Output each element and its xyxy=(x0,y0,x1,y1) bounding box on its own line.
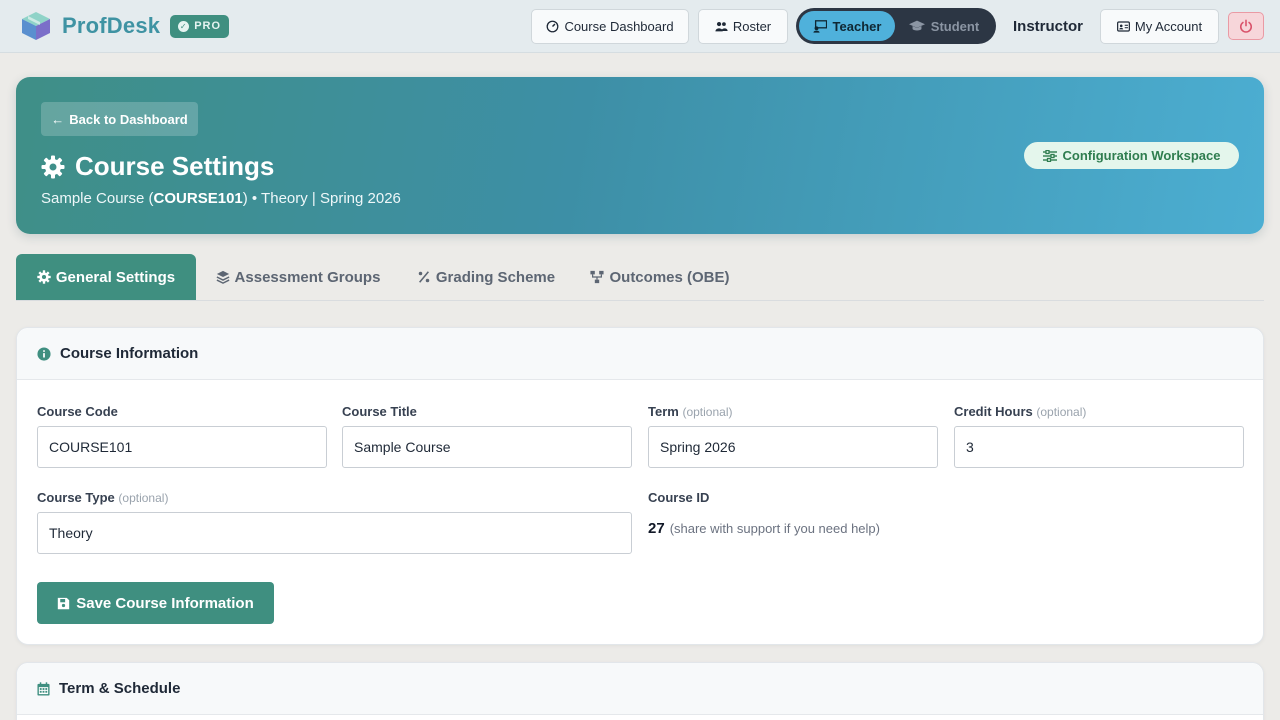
page-title: Course Settings xyxy=(75,151,275,181)
users-icon xyxy=(715,21,728,32)
pro-badge-label: PRO xyxy=(194,20,222,32)
roster-button[interactable]: Roster xyxy=(698,9,788,44)
course-id-label: Course ID xyxy=(648,490,710,505)
course-title-input[interactable]: Sample Course xyxy=(342,426,632,468)
back-to-dashboard-button[interactable]: ← Back to Dashboard xyxy=(41,102,198,136)
sliders-icon xyxy=(1042,149,1057,162)
course-type-label: Course Type (optional) xyxy=(37,490,169,505)
gear-icon xyxy=(41,155,65,178)
course-id-number: 27 xyxy=(648,520,665,537)
course-name: Sample Course ( xyxy=(41,190,154,207)
percent-icon xyxy=(418,271,430,283)
optional-hint: (optional) xyxy=(118,491,169,505)
logout-button[interactable] xyxy=(1228,12,1264,40)
term-label: Term (optional) xyxy=(648,404,733,419)
course-settings-hero: ← Back to Dashboard Course Settings Samp… xyxy=(16,77,1264,234)
top-navbar: ProfDesk ✓ PRO Course Dashboard Roster T… xyxy=(0,0,1280,53)
course-code-label: Course Code xyxy=(37,404,118,419)
back-to-dashboard-label: Back to Dashboard xyxy=(69,111,188,127)
roster-label: Roster xyxy=(732,19,772,34)
chalkboard-teacher-icon xyxy=(812,19,827,33)
term-schedule-header: Term & Schedule xyxy=(17,663,1263,715)
graduation-cap-icon xyxy=(908,20,925,31)
term-schedule-title: Term & Schedule xyxy=(59,680,181,697)
sitemap-icon xyxy=(590,270,605,284)
settings-tabs: General Settings Assessment Groups Gradi… xyxy=(16,254,1264,301)
role-label: Instructor xyxy=(1013,18,1084,35)
logo-cube-icon xyxy=(22,12,50,40)
tab-label: General Settings xyxy=(55,268,176,286)
teacher-mode-label: Teacher xyxy=(832,18,882,34)
my-account-label: My Account xyxy=(1134,19,1203,34)
id-card-icon xyxy=(1116,21,1130,32)
mode-toggle: Teacher Student xyxy=(796,8,996,44)
course-id-value: 27 (share with support if you need help) xyxy=(648,520,880,537)
gauge-icon xyxy=(547,20,559,33)
optional-hint: (optional) xyxy=(1036,405,1087,419)
floppy-disk-icon xyxy=(58,597,70,609)
tab-label: Outcomes (OBE) xyxy=(609,268,730,286)
configuration-workspace-label: Configuration Workspace xyxy=(1062,148,1221,163)
tab-general-settings[interactable]: General Settings xyxy=(16,254,196,300)
layers-icon xyxy=(216,270,229,284)
my-account-button[interactable]: My Account xyxy=(1100,9,1219,44)
save-course-information-label: Save Course Information xyxy=(76,594,254,612)
tab-outcomes-obe[interactable]: Outcomes (OBE) xyxy=(584,254,736,300)
student-mode-option[interactable]: Student xyxy=(895,11,993,41)
brand-name: ProfDesk xyxy=(62,13,161,38)
save-course-information-button[interactable]: Save Course Information xyxy=(37,582,274,624)
gear-icon xyxy=(37,270,51,284)
course-information-title: Course Information xyxy=(60,345,199,362)
teacher-mode-option[interactable]: Teacher xyxy=(799,11,895,41)
course-information-card: Course Information Course Code COURSE101… xyxy=(16,327,1264,645)
brand[interactable]: ProfDesk ✓ PRO xyxy=(18,10,230,42)
course-meta: ) • Theory | Spring 2026 xyxy=(242,190,401,207)
page-title-row: Course Settings xyxy=(41,151,274,182)
course-information-header: Course Information xyxy=(17,328,1263,380)
configuration-workspace-badge: Configuration Workspace xyxy=(1024,142,1239,169)
optional-hint: (optional) xyxy=(682,405,733,419)
course-dashboard-button[interactable]: Course Dashboard xyxy=(531,9,689,44)
power-icon xyxy=(1240,19,1252,33)
course-code-bold: COURSE101 xyxy=(153,190,243,207)
credit-hours-label: Credit Hours (optional) xyxy=(954,404,1087,419)
pro-badge: ✓ PRO xyxy=(170,14,230,38)
term-input[interactable]: Spring 2026 xyxy=(648,426,938,468)
course-code-input[interactable]: COURSE101 xyxy=(37,426,327,468)
course-subtitle: Sample Course (COURSE101) • Theory | Spr… xyxy=(41,190,401,207)
course-id-hint: (share with support if you need help) xyxy=(669,521,880,536)
tab-label: Grading Scheme xyxy=(435,268,556,286)
arrow-left-icon: ← xyxy=(51,111,65,127)
term-schedule-card: Term & Schedule xyxy=(16,662,1264,720)
course-type-input[interactable]: Theory xyxy=(37,512,632,554)
info-circle-icon xyxy=(37,346,51,361)
tab-label: Assessment Groups xyxy=(234,268,381,286)
tab-assessment-groups[interactable]: Assessment Groups xyxy=(208,254,388,300)
student-mode-label: Student xyxy=(930,18,980,34)
course-title-label: Course Title xyxy=(342,404,417,419)
course-dashboard-label: Course Dashboard xyxy=(564,19,674,34)
credit-hours-input[interactable]: 3 xyxy=(954,426,1244,468)
calendar-icon xyxy=(37,681,50,695)
check-circle-icon: ✓ xyxy=(178,20,190,32)
tab-grading-scheme[interactable]: Grading Scheme xyxy=(410,254,562,300)
